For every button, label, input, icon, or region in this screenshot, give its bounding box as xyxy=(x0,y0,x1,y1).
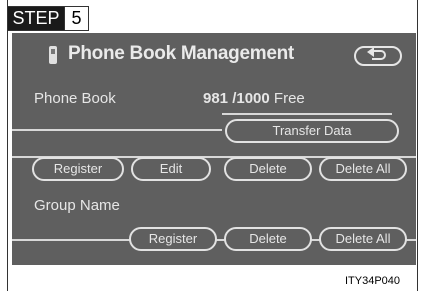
group-delete-all-button[interactable]: Delete All xyxy=(319,227,407,251)
figure-code: ITY34P040 xyxy=(345,275,401,287)
transfer-data-button[interactable]: Transfer Data xyxy=(225,119,399,143)
display-screen: Phone Book Management Phone Book 981 /10… xyxy=(12,33,416,265)
phone-book-count: 981 /1000 Free xyxy=(203,90,305,107)
group-register-button[interactable]: Register xyxy=(129,227,217,251)
edit-button[interactable]: Edit xyxy=(131,157,211,181)
phone-book-count-value: 981 /1000 xyxy=(203,90,270,107)
divider-line xyxy=(222,113,392,115)
phone-book-label: Phone Book xyxy=(34,90,116,107)
delete-button[interactable]: Delete xyxy=(224,157,312,181)
phone-book-free-label: Free xyxy=(273,90,305,107)
phone-icon xyxy=(49,46,57,64)
group-delete-button[interactable]: Delete xyxy=(224,227,312,251)
register-button[interactable]: Register xyxy=(32,157,124,181)
divider-line xyxy=(12,129,222,131)
delete-all-button[interactable]: Delete All xyxy=(319,157,407,181)
step-label: STEP xyxy=(8,7,64,30)
frame-right-border xyxy=(417,0,418,291)
group-name-label: Group Name xyxy=(34,197,120,214)
screen-title: Phone Book Management xyxy=(68,43,294,64)
frame-left-border xyxy=(7,0,8,291)
step-number: 5 xyxy=(64,7,88,30)
step-indicator: STEP 5 xyxy=(7,6,89,31)
back-button[interactable] xyxy=(354,46,402,66)
